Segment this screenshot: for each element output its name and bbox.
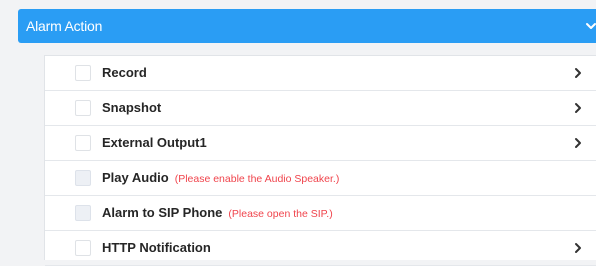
chevron-right-icon[interactable] <box>573 101 583 115</box>
action-note: (Please enable the Audio Speaker.) <box>174 173 340 185</box>
action-row-record[interactable]: Record <box>45 56 596 91</box>
record-checkbox[interactable] <box>75 65 91 81</box>
snapshot-checkbox[interactable] <box>75 100 91 116</box>
action-row-snapshot[interactable]: Snapshot <box>45 91 596 126</box>
action-label-text: Play Audio <box>102 170 169 185</box>
action-label: Record <box>102 65 147 80</box>
action-row-external-output1[interactable]: External Output1 <box>45 126 596 161</box>
action-label-text: Alarm to SIP Phone <box>102 205 223 220</box>
action-label: HTTP Notification <box>102 240 211 255</box>
action-row-alarm-to-sip-phone: Alarm to SIP Phone (Please open the SIP.) <box>45 196 596 231</box>
chevron-right-icon[interactable] <box>573 66 583 80</box>
alarm-action-list: Record Snapshot External Output1 Play Au… <box>44 55 596 266</box>
alarm-action-header[interactable]: Alarm Action <box>18 9 596 43</box>
external-output1-checkbox[interactable] <box>75 135 91 151</box>
action-row-play-audio: Play Audio (Please enable the Audio Speak… <box>45 161 596 196</box>
action-note: (Please open the SIP.) <box>228 208 333 220</box>
chevron-right-icon[interactable] <box>573 241 583 255</box>
action-label: External Output1 <box>102 135 207 150</box>
action-label: Alarm to SIP Phone (Please open the SIP.) <box>102 205 333 220</box>
action-row-http-notification[interactable]: HTTP Notification <box>45 231 596 266</box>
play-audio-checkbox <box>75 170 91 186</box>
chevron-right-icon[interactable] <box>573 136 583 150</box>
chevron-down-icon[interactable] <box>584 19 596 33</box>
panel-title: Alarm Action <box>26 18 103 34</box>
action-label: Snapshot <box>102 100 162 115</box>
http-notification-checkbox[interactable] <box>75 240 91 256</box>
alarm-to-sip-phone-checkbox <box>75 205 91 221</box>
action-label: Play Audio (Please enable the Audio Speak… <box>102 170 339 185</box>
